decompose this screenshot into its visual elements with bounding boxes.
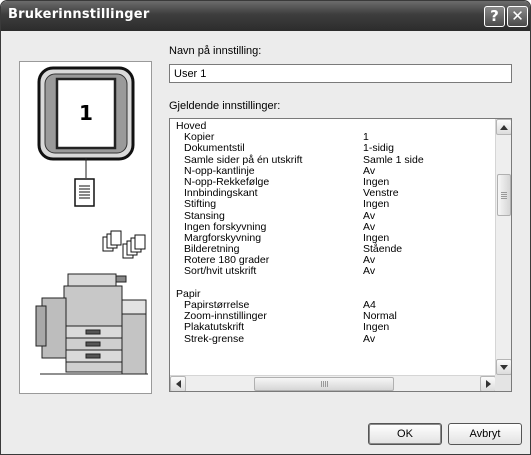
document-icon [74,178,95,207]
scroll-left-arrow-icon [175,380,181,388]
grip-icon [501,192,507,199]
list-item: Innbindingskant Venstre [184,187,399,200]
name-field-label: Navn på innstilling: [169,45,262,57]
scroll-up-arrow-icon [500,124,508,130]
printer-icon [35,273,148,375]
vertical-scroll-thumb[interactable] [497,174,511,216]
list-item: Dokumentstil 1-sidig [184,142,394,155]
dialog-window: Brukerinnstillinger ? ✕ 1 Navn på innsti… [0,0,531,455]
list-item: Plakatutskrift Ingen [184,321,390,334]
title-bar[interactable]: Brukerinnstillinger ? ✕ [1,1,530,31]
copies-icon [102,230,146,259]
preview-illustration: 1 [35,66,148,375]
scroll-right-arrow-icon [485,380,491,388]
close-button[interactable]: ✕ [507,6,528,27]
help-icon: ? [490,7,499,25]
group-heading-main: Hoved [176,120,207,132]
page-preview-icon: 1 [37,66,135,178]
grip-icon [321,381,328,387]
vertical-scrollbar[interactable] [495,119,511,375]
cancel-button[interactable]: Avbryt [448,423,522,445]
horizontal-scrollbar[interactable] [170,375,496,391]
scroll-down-button[interactable] [496,359,511,375]
list-item: Sort/hvit utskrift Av [184,265,376,278]
scrollbar-corner [495,375,511,391]
close-icon: ✕ [511,7,524,25]
scroll-left-button[interactable] [170,376,186,391]
list-item: Stansing Av [184,209,376,222]
preview-panel: 1 [19,61,152,394]
scroll-right-button[interactable] [480,376,496,391]
scroll-down-arrow-icon [500,364,508,370]
current-settings-label: Gjeldende innstillinger: [169,100,281,112]
help-button[interactable]: ? [484,6,505,27]
ok-button[interactable]: OK [368,423,442,445]
scroll-up-button[interactable] [496,119,511,135]
current-settings-list[interactable]: Hoved Kopier 1 Dokumentstil 1-sidig Samle … [169,118,512,392]
setting-name-input[interactable] [169,64,512,83]
list-item: Strek-grense Av [184,332,376,345]
list-item: Stifting Ingen [184,198,390,211]
horizontal-scroll-thumb[interactable] [254,377,394,391]
window-title: Brukerinnstillinger [8,7,150,22]
page-number: 1 [79,101,93,125]
settings-list-content: Hoved Kopier 1 Dokumentstil 1-sidig Samle … [170,119,496,375]
